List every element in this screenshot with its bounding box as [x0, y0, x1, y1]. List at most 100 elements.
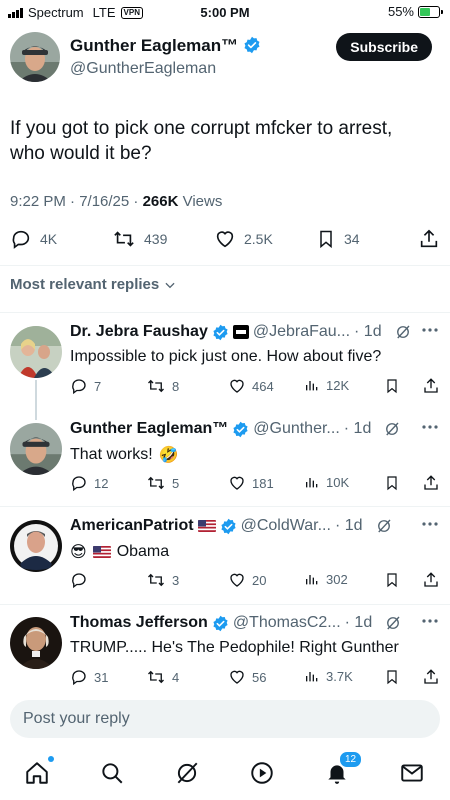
- reply-text-content: Impossible to pick just one. How about f…: [70, 348, 382, 365]
- like-action[interactable]: 181: [228, 474, 274, 492]
- author-avatar[interactable]: [10, 32, 60, 82]
- grok-icon[interactable]: [384, 614, 402, 632]
- grok-icon[interactable]: [394, 323, 412, 341]
- views-action[interactable]: 12K: [304, 377, 349, 393]
- more-icon[interactable]: [422, 618, 438, 624]
- retweet-action[interactable]: 5: [146, 474, 179, 492]
- views-count: 10K: [326, 474, 350, 490]
- reply-author-name[interactable]: Gunther Eagleman™: [70, 420, 228, 438]
- heart-icon: [216, 231, 234, 248]
- author-handle[interactable]: @GuntherEagleman: [70, 60, 216, 78]
- nav-notifications[interactable]: 12: [324, 750, 364, 786]
- grok-icon[interactable]: [383, 420, 401, 438]
- nav-grok[interactable]: [174, 760, 200, 786]
- bookmark-action[interactable]: 34: [316, 228, 360, 250]
- bookmark-action[interactable]: [384, 377, 400, 395]
- reply-actions: 7 8 464 12K: [70, 377, 440, 397]
- views-action[interactable]: 10K: [304, 474, 349, 490]
- like-action[interactable]: 56: [228, 668, 266, 686]
- reply-handle[interactable]: @Gunther...: [253, 420, 340, 438]
- bookmark-action[interactable]: [384, 571, 400, 589]
- share-action[interactable]: [418, 228, 440, 250]
- reply-time: · 1d: [343, 420, 372, 437]
- retweet-action[interactable]: 4: [146, 668, 179, 686]
- share-icon: [424, 572, 438, 587]
- reply-icon: [72, 379, 86, 395]
- retweet-action[interactable]: 439: [112, 228, 167, 250]
- more-icon[interactable]: [422, 521, 438, 527]
- like-action[interactable]: 464: [228, 377, 274, 395]
- reply-avatar[interactable]: [10, 326, 62, 378]
- reply-actions: 31 4 56 3.7K: [70, 668, 440, 688]
- reply-count: 4K: [40, 231, 58, 247]
- bookmark-icon: [387, 476, 397, 491]
- reply-time: · 1d: [344, 614, 373, 631]
- share-action[interactable]: [422, 474, 440, 492]
- reply-author-name[interactable]: AmericanPatriot: [70, 517, 194, 535]
- reply-author-name[interactable]: Dr. Jebra Faushay: [70, 323, 208, 341]
- tweet-meta: 9:22 PM · 7/16/25 · 266K Views: [10, 193, 222, 210]
- views-action[interactable]: 3.7K: [304, 668, 353, 684]
- reply-header: Gunther Eagleman™ @Gunther... · 1d: [70, 420, 440, 438]
- share-icon: [424, 669, 438, 684]
- thread-connector: [35, 380, 37, 420]
- reply-avatar[interactable]: [10, 520, 62, 572]
- nav-search[interactable]: [99, 760, 125, 786]
- author-name-row[interactable]: Gunther Eagleman™: [70, 36, 261, 56]
- reply-text-content: TRUMP..... He's The Pedophile! Right Gun…: [70, 639, 399, 656]
- bookmark-action[interactable]: [384, 668, 400, 686]
- nav-messages[interactable]: [399, 760, 425, 786]
- nav-video[interactable]: [249, 760, 275, 786]
- reply-author-name[interactable]: Thomas Jefferson: [70, 614, 208, 632]
- verified-icon: [213, 324, 228, 340]
- subscribe-button[interactable]: Subscribe: [336, 33, 432, 61]
- bookmark-icon: [320, 230, 332, 249]
- reply-avatar[interactable]: [10, 423, 62, 475]
- heart-icon: [230, 670, 244, 684]
- like-action[interactable]: 2.5K: [214, 228, 273, 250]
- nav-home[interactable]: [24, 756, 54, 786]
- reply-icon: [72, 573, 86, 589]
- bookmark-count: 34: [344, 231, 360, 247]
- views-icon: [306, 478, 318, 488]
- reply-icon: [72, 670, 86, 686]
- share-action[interactable]: [422, 668, 440, 686]
- heart-icon: [230, 573, 244, 587]
- reply-action[interactable]: 4K: [10, 228, 57, 250]
- share-action[interactable]: [422, 571, 440, 589]
- reply-action[interactable]: 7: [70, 377, 101, 395]
- retweet-count: 5: [172, 475, 180, 491]
- search-icon: [102, 763, 123, 784]
- retweet-icon: [148, 476, 164, 490]
- reply-action[interactable]: [70, 571, 94, 589]
- views-action[interactable]: 302: [304, 571, 348, 587]
- share-action[interactable]: [422, 377, 440, 395]
- bookmark-action[interactable]: [384, 474, 400, 492]
- views-count: 12K: [326, 377, 350, 393]
- verified-icon: [221, 518, 236, 534]
- reply-header: AmericanPatriot @ColdWar... · 1d: [70, 517, 440, 535]
- reply-avatar[interactable]: [10, 617, 62, 669]
- battery-percent: 55%: [387, 4, 414, 19]
- emoji-sunglasses-icon: 😎: [70, 544, 87, 561]
- mail-icon: [401, 764, 423, 782]
- retweet-icon: [148, 379, 164, 393]
- reply-action[interactable]: 31: [70, 668, 108, 686]
- more-icon[interactable]: [422, 327, 438, 333]
- reply-handle[interactable]: @JebraFau...: [253, 323, 350, 341]
- views-count: 302: [326, 571, 348, 587]
- retweet-action[interactable]: 8: [146, 377, 179, 395]
- reply-action[interactable]: 12: [70, 474, 108, 492]
- author-name[interactable]: Gunther Eagleman™: [70, 36, 238, 55]
- replies-filter[interactable]: Most relevant replies: [10, 276, 177, 293]
- retweet-action[interactable]: 3: [146, 571, 179, 589]
- reply-handle[interactable]: @ThomasC2...: [233, 614, 341, 632]
- more-icon[interactable]: [422, 424, 438, 430]
- like-count: 20: [252, 572, 267, 588]
- like-action[interactable]: 20: [228, 571, 266, 589]
- verified-icon: [213, 615, 228, 631]
- reply-handle[interactable]: @ColdWar...: [241, 517, 331, 535]
- like-count: 181: [252, 475, 274, 491]
- grok-icon[interactable]: [375, 517, 393, 535]
- reply-input[interactable]: Post your reply: [10, 700, 440, 738]
